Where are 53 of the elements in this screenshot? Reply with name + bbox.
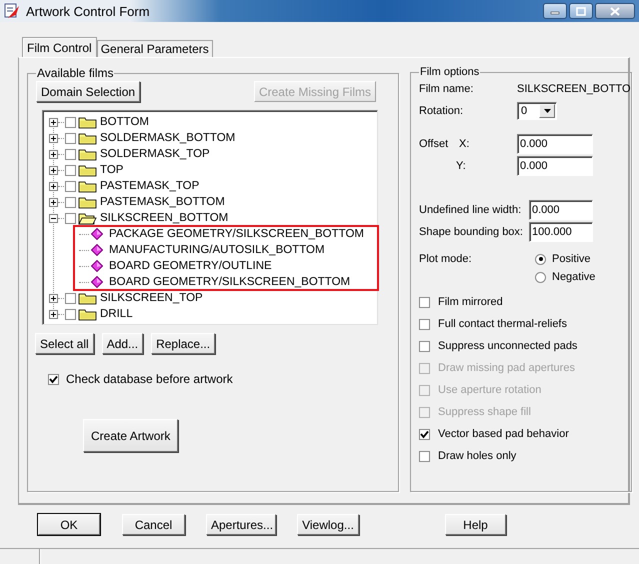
create-artwork-button[interactable]: Create Artwork	[83, 419, 178, 452]
checkbox-label: Vector based pad behavior	[438, 428, 569, 440]
tree-item[interactable]: SOLDERMASK_TOP	[100, 148, 210, 160]
window-title: Artwork Control Form	[26, 4, 150, 18]
tree-item[interactable]: TOP	[100, 164, 124, 176]
group-title: Film options	[419, 66, 480, 78]
tree-item[interactable]: SILKSCREEN_BOTTOM	[100, 212, 228, 224]
film-name-value: SILKSCREEN_BOTTO	[517, 83, 630, 95]
button[interactable]: OK	[38, 514, 100, 535]
input-field[interactable]: 100.000	[529, 222, 593, 242]
button[interactable]: Select all	[35, 333, 94, 354]
checkbox-label: Full contact thermal-reliefs	[438, 318, 567, 330]
input-field[interactable]: 0.000	[529, 200, 593, 220]
tree-item[interactable]: SILKSCREEN_TOP	[100, 292, 203, 304]
button[interactable]: Apertures...	[206, 514, 276, 535]
tree-item[interactable]: BOTTOM	[100, 116, 149, 128]
field-label: Plot mode:	[419, 253, 473, 265]
tree-item[interactable]: PASTEMASK_TOP	[100, 180, 200, 192]
field-label: X:	[459, 138, 470, 150]
field-label: Film name:	[419, 83, 474, 95]
checkbox-label: Film mirrored	[438, 296, 503, 308]
field-label: Shape bounding box:	[419, 226, 524, 238]
checkbox-label: Draw missing pad apertures	[438, 362, 575, 374]
button[interactable]: Replace...	[151, 333, 216, 354]
tree-item[interactable]: BOARD GEOMETRY/SILKSCREEN_BOTTOM	[109, 276, 350, 288]
input-field[interactable]: 0.000	[517, 156, 593, 176]
tree-item[interactable]: DRILL	[100, 308, 133, 320]
input-field[interactable]: 0.000	[517, 134, 593, 154]
tree-item[interactable]: PASTEMASK_BOTTOM	[100, 196, 225, 208]
tab[interactable]: General Parameters	[96, 40, 213, 57]
field-label: Y:	[455, 160, 467, 172]
tree-item[interactable]: PACKAGE GEOMETRY/SILKSCREEN_BOTTOM	[109, 228, 364, 240]
tab[interactable]: Film Control	[22, 37, 97, 57]
field-label: Undefined line width:	[419, 204, 522, 216]
button[interactable]: Add...	[102, 333, 144, 354]
checkbox-label: Suppress unconnected pads	[438, 340, 578, 352]
tree-item[interactable]: BOARD GEOMETRY/OUTLINE	[109, 260, 272, 272]
checkbox-label: Check database before artwork	[66, 372, 233, 386]
tree-item[interactable]: MANUFACTURING/AUTOSILK_BOTTOM	[109, 244, 325, 256]
tree-item[interactable]: SOLDERMASK_BOTTOM	[100, 132, 236, 144]
checkbox-label: Draw holes only	[438, 450, 516, 462]
group-title: Available films	[36, 66, 114, 80]
button[interactable]: Viewlog...	[297, 514, 359, 535]
radio-label: Positive	[552, 253, 591, 265]
radio-label: Negative	[552, 271, 596, 283]
checkbox-label: Use aperture rotation	[438, 384, 542, 396]
button[interactable]: Help	[445, 514, 506, 535]
checkbox-label: Suppress shape fill	[438, 406, 531, 418]
button[interactable]: Domain Selection	[36, 81, 140, 102]
button[interactable]: Cancel	[122, 514, 185, 535]
field-label: Offset	[419, 138, 450, 150]
field-label: Rotation:	[419, 105, 464, 117]
rotation-dropdown[interactable]: 0	[517, 102, 557, 120]
